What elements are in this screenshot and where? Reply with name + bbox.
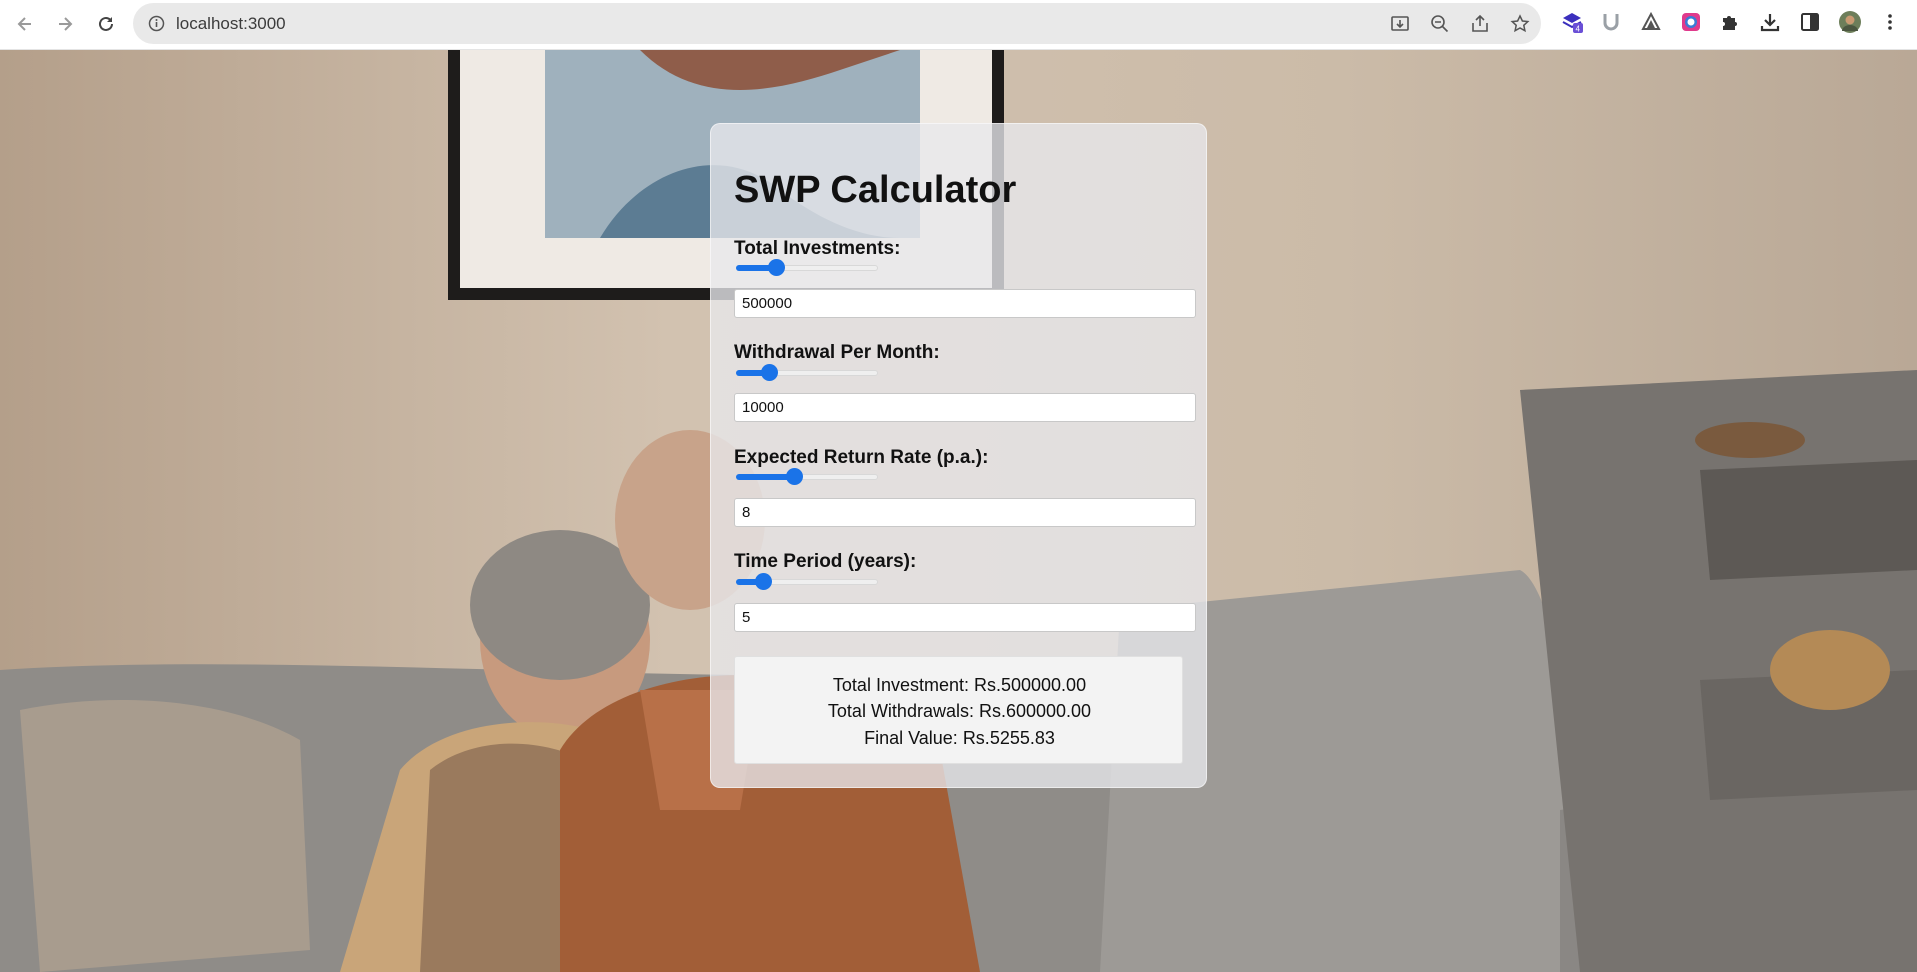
slider-thumb[interactable]: [767, 259, 785, 276]
total-investments-label: Total Investments:: [734, 238, 901, 259]
kebab-menu-icon: [1888, 14, 1892, 30]
time-period-label: Time Period (years):: [734, 551, 917, 572]
browser-menu-button[interactable]: [1877, 9, 1903, 35]
side-panel-icon: [1801, 13, 1819, 31]
triangle-logo-icon: [1641, 11, 1661, 30]
zoom-out-icon[interactable]: [1430, 14, 1450, 34]
u-logo-icon: [1603, 14, 1619, 31]
address-bar[interactable]: localhost:3000: [133, 3, 1541, 44]
time-period-slider[interactable]: [736, 573, 878, 590]
total-investments-slider[interactable]: [736, 259, 878, 276]
page-title: SWP Calculator: [734, 169, 1017, 211]
extension-u-button[interactable]: [1598, 9, 1624, 35]
download-icon: [1760, 14, 1780, 32]
total-investment-result: Total Investment: Rs.500000.00: [832, 675, 1087, 695]
slider-thumb[interactable]: [786, 468, 804, 485]
layers-icon: 4: [1562, 13, 1583, 34]
slider-thumb[interactable]: [754, 573, 772, 590]
expected-return-rate-slider[interactable]: [736, 468, 878, 485]
star-icon[interactable]: [1510, 14, 1530, 34]
reload-icon: [99, 16, 113, 31]
extension-color-button[interactable]: [1678, 9, 1704, 35]
extensions-menu-button[interactable]: [1717, 9, 1743, 35]
results-panel: Total Investment: Rs.500000.00 Total Wit…: [734, 656, 1183, 764]
withdrawal-per-month-input[interactable]: [734, 393, 1196, 422]
total-withdrawals-result: Total Withdrawals: Rs.600000.00: [827, 701, 1092, 721]
swp-calculator-card: SWP Calculator Total Investments: Withdr…: [710, 123, 1207, 788]
browser-toolbar: localhost:3000 4: [0, 0, 1917, 50]
share-icon[interactable]: [1470, 14, 1490, 34]
slider-thumb[interactable]: [760, 364, 778, 381]
info-icon[interactable]: [148, 15, 165, 32]
downloads-button[interactable]: [1757, 9, 1783, 35]
avatar: [1839, 11, 1861, 33]
profile-button[interactable]: [1837, 9, 1863, 35]
color-ring-icon: [1682, 13, 1700, 31]
url-text: localhost:3000: [176, 14, 286, 33]
back-button[interactable]: [10, 9, 40, 39]
arrow-left-icon: [17, 17, 31, 31]
arrow-right-icon: [59, 17, 73, 31]
forward-button[interactable]: [50, 9, 80, 39]
reload-button[interactable]: [91, 9, 121, 39]
page-viewport: SWP Calculator Total Investments: Withdr…: [0, 50, 1917, 972]
time-period-input[interactable]: [734, 603, 1196, 632]
install-icon[interactable]: [1390, 14, 1410, 34]
withdrawal-per-month-slider[interactable]: [736, 364, 878, 381]
extension-drive-button[interactable]: [1638, 9, 1664, 35]
svg-text:4: 4: [1576, 25, 1581, 34]
expected-return-rate-input[interactable]: [734, 498, 1196, 527]
withdrawal-per-month-label: Withdrawal Per Month:: [734, 342, 940, 363]
expected-return-rate-label: Expected Return Rate (p.a.):: [734, 447, 989, 468]
side-panel-button[interactable]: [1797, 9, 1823, 35]
puzzle-icon: [1723, 16, 1737, 30]
final-value-result: Final Value: Rs.5255.83: [864, 728, 1055, 748]
extension-layers-button[interactable]: 4: [1559, 9, 1585, 35]
total-investments-input[interactable]: [734, 289, 1196, 318]
